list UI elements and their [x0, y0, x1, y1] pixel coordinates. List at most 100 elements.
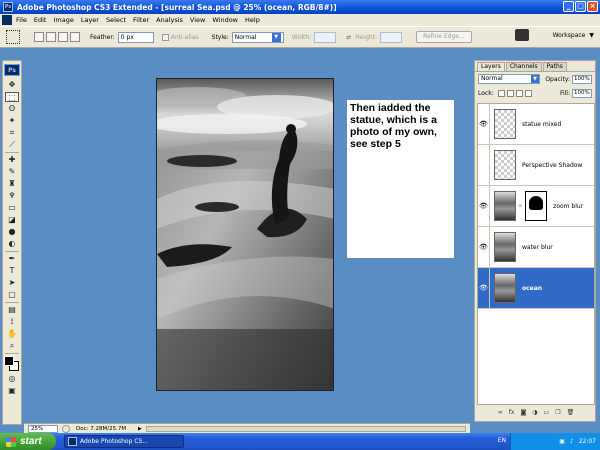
path-select-icon[interactable]: ➤: [5, 278, 19, 288]
move-tool-icon[interactable]: ✥: [5, 80, 19, 90]
chevron-down-icon: ▼: [531, 75, 539, 83]
language-indicator[interactable]: EN: [498, 437, 506, 444]
menu-layer[interactable]: Layer: [81, 16, 99, 24]
eye-hidden-icon[interactable]: [478, 145, 490, 185]
swap-icon: ⇄: [346, 33, 352, 41]
pen-tool-icon[interactable]: ✒: [5, 254, 19, 264]
new-layer-icon[interactable]: ❐: [555, 409, 560, 416]
subtract-selection-icon[interactable]: [58, 32, 68, 42]
menu-window[interactable]: Window: [212, 16, 238, 24]
tab-layers[interactable]: Layers: [477, 62, 505, 71]
menu-bar: File Edit Image Layer Select Filter Anal…: [0, 14, 600, 26]
brush-tool-icon[interactable]: ✎: [5, 167, 19, 177]
opacity-input[interactable]: 100%: [572, 74, 592, 84]
quick-mask-icon[interactable]: ◎: [5, 374, 19, 384]
add-selection-icon[interactable]: [46, 32, 56, 42]
marquee-tool-icon[interactable]: ⬚: [5, 92, 19, 102]
options-bar: Feather: 0 px Anti-alias Style: Normal ▼…: [0, 26, 600, 48]
eyedropper-icon[interactable]: ⟟: [5, 317, 19, 327]
dodge-tool-icon[interactable]: ◐: [5, 239, 19, 249]
clone-stamp-icon[interactable]: ♜: [5, 179, 19, 189]
add-mask-icon[interactable]: ◙: [520, 409, 526, 416]
close-button[interactable]: ×: [587, 1, 598, 12]
divider: [5, 251, 19, 252]
menu-help[interactable]: Help: [245, 16, 260, 24]
maximize-button[interactable]: □: [575, 1, 586, 12]
info-icon[interactable]: [62, 424, 70, 433]
photoshop-logo[interactable]: Ps: [4, 64, 20, 76]
adjustment-layer-icon[interactable]: ◑: [532, 409, 537, 416]
layer-row[interactable]: 👁 statue mixed: [478, 104, 594, 145]
zoom-tool-icon[interactable]: ⌕: [5, 341, 19, 351]
style-select[interactable]: Normal ▼: [231, 31, 284, 43]
palette-dock-icon[interactable]: [514, 29, 529, 41]
eye-icon[interactable]: 👁: [478, 268, 490, 308]
history-brush-icon[interactable]: ♆: [5, 191, 19, 201]
blur-tool-icon[interactable]: ●: [5, 227, 19, 237]
fill-input[interactable]: 100%: [572, 88, 592, 98]
color-swatches[interactable]: [4, 356, 20, 372]
divider: [5, 152, 19, 153]
magic-wand-icon[interactable]: ✦: [5, 116, 19, 126]
menu-analysis[interactable]: Analysis: [156, 16, 183, 24]
eye-icon[interactable]: 👁: [478, 227, 490, 267]
document-canvas[interactable]: [156, 78, 334, 391]
marquee-tool-preset-icon[interactable]: [6, 30, 20, 44]
horizontal-scrollbar[interactable]: [145, 425, 466, 432]
menu-view[interactable]: View: [190, 16, 205, 24]
lock-all-icon[interactable]: [524, 89, 532, 97]
workspace-label: Workspace: [552, 31, 586, 39]
start-button[interactable]: start: [0, 433, 56, 450]
intersect-selection-icon[interactable]: [70, 32, 80, 42]
notes-tool-icon[interactable]: ▤: [5, 305, 19, 315]
volume-icon[interactable]: ♪: [570, 438, 574, 445]
layer-row[interactable]: 👁 ∞ zoom blur: [478, 186, 594, 227]
blend-mode-select[interactable]: Normal ▼: [478, 74, 540, 84]
lock-row: Lock: Fill: 100%: [475, 86, 595, 100]
new-group-icon[interactable]: ▭: [544, 409, 550, 416]
minimize-button[interactable]: _: [563, 1, 574, 12]
clock[interactable]: 22:07: [579, 438, 596, 445]
menu-file[interactable]: File: [16, 16, 27, 24]
trash-icon[interactable]: 🗑: [567, 409, 575, 416]
eraser-tool-icon[interactable]: ▭: [5, 203, 19, 213]
menu-filter[interactable]: Filter: [133, 16, 149, 24]
layer-style-icon[interactable]: fx: [509, 409, 515, 416]
lock-position-icon[interactable]: [515, 89, 523, 97]
shape-tool-icon[interactable]: ▢: [5, 290, 19, 300]
zoom-field[interactable]: 25%: [28, 424, 58, 433]
lock-transparency-icon[interactable]: [497, 89, 505, 97]
lasso-tool-icon[interactable]: ʘ: [5, 104, 19, 114]
network-icon[interactable]: ▣: [559, 438, 565, 445]
document-icon[interactable]: [2, 15, 12, 25]
layer-mask-thumbnail[interactable]: [525, 191, 548, 221]
layer-row[interactable]: Perspective Shadow: [478, 145, 594, 186]
hand-tool-icon[interactable]: ✋: [5, 329, 19, 339]
feather-input[interactable]: 0 px: [117, 31, 154, 43]
tab-paths[interactable]: Paths: [542, 62, 567, 71]
crop-tool-icon[interactable]: ⌗: [5, 128, 19, 138]
workspace-switcher[interactable]: Workspace ▼: [514, 29, 594, 41]
lock-pixels-icon[interactable]: [506, 89, 514, 97]
menu-edit[interactable]: Edit: [34, 16, 47, 24]
foreground-color[interactable]: [4, 356, 14, 366]
menu-select[interactable]: Select: [106, 16, 126, 24]
antialias-checkbox[interactable]: [161, 33, 169, 41]
layer-row[interactable]: 👁 water blur: [478, 227, 594, 268]
type-tool-icon[interactable]: T: [5, 266, 19, 276]
menu-image[interactable]: Image: [53, 16, 73, 24]
status-menu-arrow-icon[interactable]: ▶: [138, 426, 142, 432]
photoshop-task-icon: [68, 437, 77, 446]
layer-row-selected[interactable]: 👁 ocean: [478, 268, 594, 309]
taskbar-item-photoshop[interactable]: Adobe Photoshop CS...: [64, 435, 184, 448]
link-layers-icon[interactable]: ∞: [498, 409, 503, 416]
new-selection-icon[interactable]: [34, 32, 44, 42]
healing-brush-icon[interactable]: ✚: [5, 155, 19, 165]
eye-icon[interactable]: 👁: [478, 104, 490, 144]
screen-mode-icon[interactable]: ▣: [5, 386, 19, 396]
tab-channels[interactable]: Channels: [505, 62, 542, 71]
lock-label: Lock:: [478, 89, 494, 97]
eye-icon[interactable]: 👁: [478, 186, 490, 226]
paint-bucket-icon[interactable]: ◪: [5, 215, 19, 225]
slice-tool-icon[interactable]: ⟋: [5, 140, 19, 150]
